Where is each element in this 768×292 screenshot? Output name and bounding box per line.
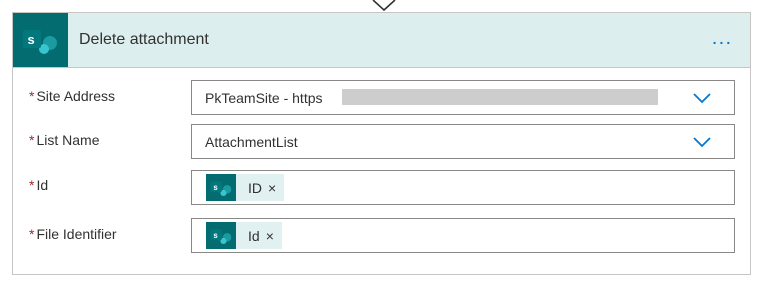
required-asterisk: * — [29, 88, 35, 104]
list-name-label-text: List Name — [36, 132, 100, 148]
remove-token-button[interactable]: × — [268, 180, 276, 196]
action-card-header[interactable]: s Delete attachment ... — [13, 13, 750, 68]
token-label: ID — [248, 179, 262, 196]
site-address-label: * Site Address — [29, 88, 115, 104]
chevron-down-icon[interactable] — [692, 92, 712, 104]
required-asterisk: * — [29, 177, 35, 193]
action-card: s Delete attachment ... * Site Address Pk… — [12, 12, 751, 275]
action-title: Delete attachment — [79, 31, 209, 48]
remove-token-button[interactable]: × — [266, 228, 274, 244]
sharepoint-icon: s — [13, 13, 68, 67]
id-label-text: Id — [36, 177, 49, 193]
chevron-down-icon[interactable] — [692, 136, 712, 148]
site-address-dropdown[interactable]: PkTeamSite - https — [191, 80, 735, 115]
site-address-label-text: Site Address — [36, 88, 116, 104]
token-label: Id — [248, 227, 260, 244]
svg-text:s: s — [213, 231, 218, 240]
id-label: * Id — [29, 177, 48, 193]
sharepoint-icon: s — [206, 174, 236, 201]
dynamic-content-token[interactable]: s ID × — [206, 174, 285, 201]
list-name-dropdown[interactable]: AttachmentList — [191, 124, 735, 159]
dynamic-content-token[interactable]: s Id × — [206, 222, 282, 249]
file-identifier-input[interactable]: s Id × — [191, 218, 735, 253]
more-options-button[interactable]: ... — [708, 28, 738, 52]
file-identifier-label: * File Identifier — [29, 226, 117, 242]
sharepoint-icon: s — [206, 222, 236, 249]
id-input[interactable]: s ID × — [191, 170, 735, 205]
required-asterisk: * — [29, 226, 35, 242]
svg-text:s: s — [28, 32, 35, 47]
file-identifier-label-text: File Identifier — [36, 226, 117, 242]
connector-arrow-icon — [372, 0, 396, 12]
svg-text:s: s — [213, 183, 218, 192]
redacted-region — [342, 89, 658, 105]
list-name-label: * List Name — [29, 132, 99, 148]
required-asterisk: * — [29, 132, 35, 148]
site-address-value: PkTeamSite - https — [205, 90, 323, 106]
list-name-value: AttachmentList — [205, 134, 298, 150]
